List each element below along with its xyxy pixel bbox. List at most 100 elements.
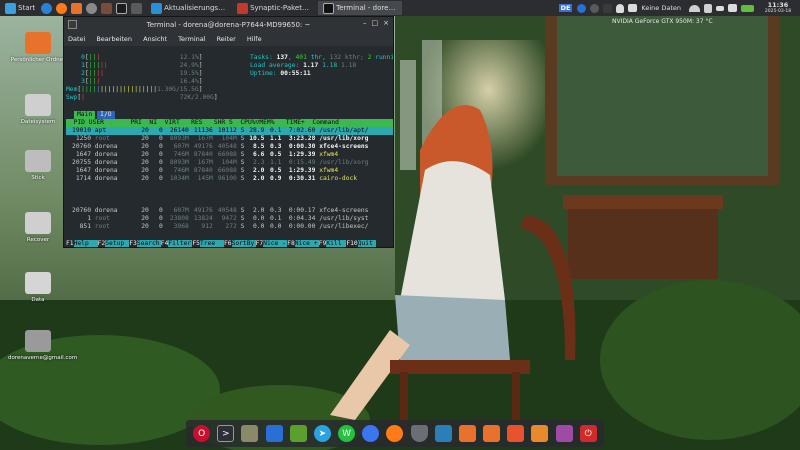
folder-icon[interactable] bbox=[458, 425, 476, 442]
task-label: Aktualisierungsverwalt... bbox=[164, 4, 228, 12]
fkey-nice-plus[interactable]: F8 Nice + bbox=[287, 240, 319, 247]
video-icon[interactable] bbox=[555, 425, 573, 442]
terminal-launcher-icon[interactable] bbox=[116, 2, 128, 14]
process-table-header[interactable]: PID USER PRI NI VIRT RES SHR S CPU%▽MEM%… bbox=[66, 119, 393, 127]
terminal-window[interactable]: Terminal - dorena@dorena-P7644-MD99650: … bbox=[63, 16, 394, 248]
table-row[interactable]: 19010 apt 20 0 26140 11136 10112 S 28.9 0.1 7:02… bbox=[66, 127, 393, 135]
desktop-icon-home[interactable]: Persönlicher Ordner bbox=[8, 32, 68, 63]
desktop-icon-label: Persönlicher Ordner bbox=[10, 57, 66, 63]
notification-bell-icon[interactable] bbox=[616, 3, 625, 13]
network-icon[interactable] bbox=[628, 4, 638, 12]
fkey-filter[interactable]: F4 Filter bbox=[161, 240, 193, 247]
network-drive-icon bbox=[25, 330, 51, 352]
task-terminal[interactable]: Terminal - dorena@dorena... bbox=[318, 1, 403, 15]
fkey-tree[interactable]: F5 Tree bbox=[192, 240, 224, 247]
table-row[interactable]: 1714 dorena 20 0 1034M 145M 96100 S 2.0 0.9 0:30… bbox=[66, 175, 357, 183]
monitor-launcher-icon[interactable] bbox=[131, 2, 143, 14]
start-button[interactable]: Start bbox=[0, 0, 39, 16]
terminal-titlebar[interactable]: Terminal - dorena@dorena-P7644-MD99650: … bbox=[64, 17, 393, 32]
cpu-meter-2: 2[|||| 19.5%] bbox=[81, 70, 203, 77]
telegram-icon[interactable]: ➤ bbox=[313, 425, 331, 442]
camera-icon[interactable] bbox=[507, 425, 525, 442]
function-key-bar: F1 Help F2 Setup F3 Search F4 Filter F5 Tree … bbox=[66, 240, 393, 247]
table-row[interactable]: 20760 dorena 20 0 607M 49176 40548 S 2.0 0.3 0:0… bbox=[66, 207, 368, 215]
update-icon[interactable] bbox=[590, 3, 600, 13]
terminal-menubar: Datei Bearbeiten Ansicht Terminal Reiter… bbox=[64, 32, 393, 46]
task-synaptic[interactable]: Synaptic-Paketverwaltung bbox=[232, 1, 316, 15]
swap-meter: Swp[| 72K/2.00G] bbox=[66, 94, 218, 101]
table-row[interactable]: 20760 dorena 20 0 607M 49176 40548 S 8.5 0.3 0:0… bbox=[66, 143, 368, 151]
wifi-icon[interactable] bbox=[689, 4, 700, 12]
fkey-nice-minus[interactable]: F7 Nice - bbox=[256, 240, 288, 247]
clock[interactable]: 11:36 2025-03-18 bbox=[756, 0, 800, 16]
files-icon[interactable] bbox=[241, 425, 259, 442]
htop-screen[interactable]: 0[||| 12.1%] 1[||||| 24.9%] 2[|||| 19.5%… bbox=[66, 50, 394, 247]
drive-icon bbox=[25, 94, 51, 116]
desktop-icon-recover[interactable]: Recover bbox=[8, 212, 68, 243]
web-browser-icon[interactable] bbox=[41, 2, 53, 14]
volume-icon[interactable] bbox=[728, 4, 737, 12]
desktop-icon-data[interactable]: Data bbox=[8, 272, 68, 303]
cpu-meter-0: 0[||| 12.1%] bbox=[81, 54, 203, 61]
battery-icon[interactable] bbox=[741, 4, 754, 12]
chevron-down-icon[interactable] bbox=[716, 5, 724, 11]
settings-icon[interactable] bbox=[86, 2, 98, 14]
fkey-sortby[interactable]: F6 SortBy bbox=[224, 240, 256, 247]
bluetooth-icon[interactable] bbox=[577, 3, 587, 13]
keyboard-layout-indicator[interactable]: DE bbox=[558, 4, 573, 12]
menu-datei[interactable]: Datei bbox=[68, 35, 85, 43]
terminal-icon[interactable]: > bbox=[217, 425, 235, 442]
table-row[interactable]: 1 root 20 0 23808 13824 9472 S 0.0 0.1 0:04.34 /… bbox=[66, 215, 368, 223]
task-update-manager[interactable]: Aktualisierungsverwalt... bbox=[146, 1, 230, 15]
document-icon[interactable] bbox=[265, 425, 283, 442]
table-row[interactable]: 1647 dorena 20 0 746M 87840 66088 S 6.6 0.5 1:29… bbox=[66, 151, 338, 159]
power-icon[interactable]: ⏻ bbox=[579, 425, 597, 442]
cairo-dock: O > ➤ W ⏻ bbox=[186, 420, 604, 447]
clock-date: 2025-03-18 bbox=[764, 8, 792, 14]
file-manager-icon[interactable] bbox=[71, 2, 83, 14]
menu-hilfe[interactable]: Hilfe bbox=[247, 35, 262, 43]
desktop-icon-label: dorenaverne@gmail.com bbox=[8, 355, 78, 361]
menu-terminal[interactable]: Terminal bbox=[178, 35, 205, 43]
fkey-help[interactable]: F1 Help bbox=[66, 240, 98, 247]
menu-bearbeiten[interactable]: Bearbeiten bbox=[96, 35, 132, 43]
tab-io[interactable]: I/O bbox=[97, 111, 115, 119]
system-tray: DE Keine Daten 11:36 2025-03-18 bbox=[558, 0, 800, 16]
desktop-icon-mail-account[interactable]: dorenaverne@gmail.com bbox=[8, 330, 77, 361]
firefox-icon[interactable] bbox=[386, 425, 404, 442]
status-icon[interactable] bbox=[603, 3, 613, 13]
shield-icon[interactable] bbox=[704, 3, 712, 13]
desktop-icon-label: Recover bbox=[26, 237, 50, 243]
signal-icon[interactable] bbox=[362, 425, 380, 442]
table-row[interactable]: 851 root 20 0 3968 912 272 S 0.0 0.0 0:00.00 /us… bbox=[66, 223, 369, 231]
whatsapp-icon[interactable]: W bbox=[338, 425, 356, 442]
screenshot-icon[interactable] bbox=[434, 425, 452, 442]
vpn-icon[interactable] bbox=[410, 425, 428, 442]
tasks-summary: Tasks: 137, 401 thr, 132 kthr; 2 running bbox=[250, 54, 394, 61]
fkey-setup[interactable]: F2 Setup bbox=[98, 240, 130, 247]
user-app-icon[interactable] bbox=[101, 2, 113, 14]
network-status: Keine Daten bbox=[641, 4, 681, 12]
fkey-quit[interactable]: F10 Quit bbox=[346, 240, 376, 247]
desktop-icon-stick[interactable]: Stick bbox=[8, 150, 68, 181]
opera-icon[interactable]: O bbox=[193, 425, 211, 442]
minimize-icon[interactable]: – bbox=[363, 19, 367, 27]
close-icon[interactable]: × bbox=[383, 19, 389, 27]
table-row[interactable]: 1647 dorena 20 0 746M 87840 66088 S 2.0 0.5 1:29… bbox=[66, 167, 338, 175]
menu-reiter[interactable]: Reiter bbox=[217, 35, 236, 43]
table-row[interactable]: 1250 root 20 0 8093M 167M 104M S 10.5 1.1 3:23.2… bbox=[66, 135, 369, 143]
desktop-icon-label: Data bbox=[31, 297, 45, 303]
tab-main[interactable]: Main bbox=[74, 111, 96, 119]
menu-ansicht[interactable]: Ansicht bbox=[143, 35, 167, 43]
gpu-temperature: NVIDIA GeForce GTX 950M: 37 °C bbox=[612, 18, 713, 25]
maximize-icon[interactable]: □ bbox=[372, 19, 379, 27]
table-row[interactable]: 20755 dorena 20 0 8093M 167M 104M S 2.3 1.1 0:15… bbox=[66, 159, 368, 167]
folder-download-icon[interactable] bbox=[531, 425, 549, 442]
firefox-icon[interactable] bbox=[56, 2, 68, 14]
desktop-icon-filesystem[interactable]: Dateisystem bbox=[8, 94, 68, 125]
fkey-kill[interactable]: F9 Kill bbox=[319, 240, 347, 247]
folder-pictures-icon[interactable] bbox=[483, 425, 501, 442]
terminal-icon bbox=[323, 2, 335, 14]
system-monitor-icon[interactable] bbox=[289, 425, 307, 442]
fkey-search[interactable]: F3 Search bbox=[129, 240, 161, 247]
